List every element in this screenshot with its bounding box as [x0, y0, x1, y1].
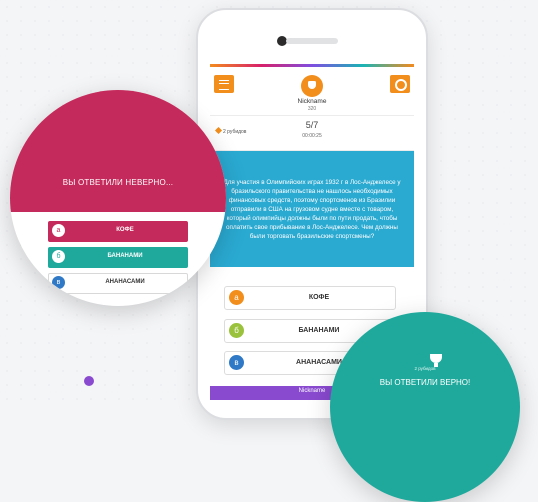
correct-rubies-label: 2 рубидов [414, 366, 436, 371]
wrong-label-b: БАНАНАМИ [107, 253, 143, 259]
question-box: Для участия в Олимпийских играх 1932 г в… [210, 151, 414, 267]
correct-answer-title: ВЫ ОТВЕТИЛИ ВЕРНО! [379, 378, 471, 387]
wrong-answer-option-c[interactable]: в АНАНАСАМИ [48, 273, 188, 294]
answer-label-a: КОФЕ [308, 294, 330, 301]
question-timer: 00:00:25 [302, 133, 322, 139]
question-progress: 5/7 [305, 120, 319, 130]
question-status-bar: 2 рубидов 5/7 00:00:25 [210, 115, 414, 151]
answer-letter-a: а [229, 290, 244, 305]
wrong-letter-a: а [52, 224, 65, 237]
nickname-label: Nickname [297, 98, 327, 105]
wrong-answer-popup: ВЫ ОТВЕТИЛИ НЕВЕРНО... а КОФЕ б БАНАНАМИ… [10, 90, 226, 306]
correct-answer-popup: 2 рубидов ВЫ ОТВЕТИЛИ ВЕРНО! [330, 312, 520, 502]
wrong-letter-c: в [52, 276, 65, 289]
speaker-grille [286, 38, 338, 44]
score-label: 320 [307, 106, 317, 112]
answer-option-a[interactable]: а КОФЕ [224, 286, 396, 310]
wrong-answer-option-a[interactable]: а КОФЕ [48, 221, 188, 242]
menu-icon [219, 80, 229, 90]
answer-letter-b: б [229, 323, 244, 338]
wrong-label-c: АНАНАСАМИ [105, 279, 145, 285]
avatar[interactable] [301, 75, 323, 97]
wrong-answer-header [10, 90, 226, 212]
wrong-answer-title: ВЫ ОТВЕТИЛИ НЕВЕРНО... [62, 178, 174, 187]
question-text: Для участия в Олимпийских играх 1932 г в… [223, 178, 401, 240]
trophy-icon [430, 354, 442, 367]
app-header: Nickname 320 [210, 67, 414, 115]
gear-icon [395, 79, 407, 91]
wrong-answer-option-b[interactable]: б БАНАНАМИ [48, 247, 188, 268]
wrong-letter-b: б [52, 250, 65, 263]
decorative-dot [84, 376, 94, 386]
settings-button[interactable] [390, 75, 410, 93]
wrong-label-a: КОФЕ [116, 227, 134, 233]
answer-letter-c: в [229, 355, 244, 370]
